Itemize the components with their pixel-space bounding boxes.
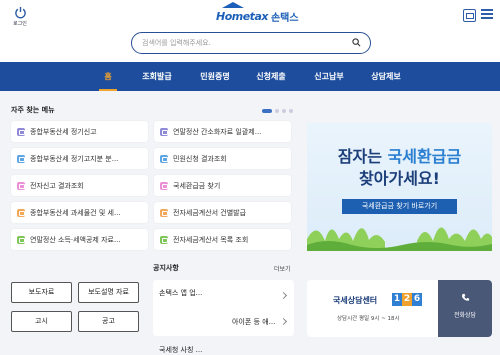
menu-document-icon [17,154,25,163]
call-center-hours: 상담시간 평일 9시 ~ 18시 [337,316,400,322]
tab-application[interactable]: 신청제출 [251,62,291,91]
phone-consult-label: 전화상담 [453,312,477,319]
phone-consult-button[interactable]: 전화상담 [438,280,492,337]
quick-menu-label: 종합부동산세 정기신고 [30,127,97,136]
quick-menu-item[interactable]: 연말정산 간소화자료 일괄제... [154,121,291,142]
quick-menu-item[interactable]: 국세환급금 찾기 [154,175,291,196]
carousel-dots[interactable] [262,109,293,113]
quick-menu-item[interactable]: 전자신고 결과조회 [11,175,148,196]
login-button[interactable]: 로그인 [8,6,32,27]
announcement-button[interactable]: 공고 [78,311,139,332]
main-nav: 홈 조회발급 민원증명 신청제출 신고납부 상담제보 [0,62,500,91]
search-input[interactable] [142,37,342,49]
quick-menu-label: 민원신청 결과조회 [173,154,227,163]
app-header: 로그인 Hometax 손택스 [0,0,500,63]
chevron-right-icon [279,317,288,326]
quick-menu-item[interactable]: 종합부동산세 정기신고 [11,121,148,142]
quick-menu-label: 전자세금계산서 목록 조회 [173,235,249,244]
banner-headline-1b: 국세환급금 [387,147,462,166]
number-digit: 1 [392,293,402,306]
quick-menu-title: 자주 찾는 메뉴 [11,106,55,114]
logo-text: Hometax [216,9,268,23]
menu-document-icon [160,208,168,217]
menu-document-icon [160,154,168,163]
quick-menu-label: 연말정산 소득·세액공제 자료... [30,235,121,244]
banner-headline-1: 잠자는 국세환급금 [307,143,492,167]
main-content: 자주 찾는 메뉴 종합부동산세 정기신고 연말정산 간소화자료 일괄제... 종합부… [0,91,500,355]
call-center-title: 국세상담센터 [333,296,378,305]
screen-mode-icon[interactable] [463,9,476,22]
tab-filing-payment[interactable]: 신고납부 [309,62,349,91]
notice-item[interactable]: 아이폰 등 애... [232,317,275,327]
quick-menu-item[interactable]: 연말정산 소득·세액공제 자료... [11,229,148,250]
phone-icon [462,293,470,301]
banner-headline-1a: 잠자는 [337,147,388,166]
quick-menu-item[interactable]: 종합부동산세 과세물건 및 세... [11,202,148,223]
menu-document-icon [17,235,25,244]
notice-more-link[interactable]: 더보기 [274,264,291,273]
tab-consultation[interactable]: 상담제보 [366,62,406,91]
menu-document-icon [160,235,168,244]
call-center-card[interactable]: 국세상담센터 1 2 6 상담시간 평일 9시 ~ 18시 전화상담 [307,280,492,337]
menu-document-icon [160,181,168,190]
grass-illustration [307,227,492,251]
notice-item[interactable]: 손택스 앱 업... [159,288,202,298]
hometax-logo[interactable]: Hometax 손택스 [216,2,299,26]
number-digit: 6 [412,293,422,306]
search-icon[interactable] [352,38,361,47]
quick-menu-item[interactable]: 종합부동산세 정기고지분 분... [11,148,148,169]
notification-button[interactable]: 고시 [11,311,72,332]
power-icon [14,6,26,19]
logo-kr-text: 손택스 [270,12,299,24]
quick-menu-label: 연말정산 간소화자료 일괄제... [173,127,262,136]
call-center-number: 1 2 6 [392,293,422,306]
refund-cta-button[interactable]: 국세환급금 찾기 바로가기 [342,199,457,214]
chevron-right-icon [279,291,288,300]
roof-icon [222,2,244,8]
quick-menu-label: 국세환급금 찾기 [173,181,221,190]
quick-menu-item[interactable]: 민원신청 결과조회 [154,148,291,169]
notice-item[interactable]: 국세청 사칭 ... [159,345,202,355]
menu-document-icon [17,181,25,190]
quick-menu-label: 전자신고 결과조회 [30,181,84,190]
number-digit: 2 [402,293,412,306]
menu-document-icon [17,127,25,136]
quick-menu-label: 종합부동산세 과세물건 및 세... [30,208,121,217]
login-label: 로그인 [13,21,27,27]
tab-civil-certificate[interactable]: 민원증명 [195,62,235,91]
banner-headline-2: 찾아가세요! [359,169,440,188]
press-release-button[interactable]: 보도자료 [11,282,72,303]
quick-menu-item[interactable]: 전자세금계산서 목록 조회 [154,229,291,250]
search-bar [131,32,371,54]
quick-menu-label: 종합부동산세 정기고지분 분... [30,154,119,163]
refund-banner[interactable]: 잠자는 국세환급금 찾아가세요! 국세환급금 찾기 바로가기 [307,123,492,251]
tab-home[interactable]: 홈 [96,62,120,91]
menu-document-icon [160,127,168,136]
notice-title: 공지사항 [153,264,179,272]
quick-menu-label: 전자세금계산서 건별발급 [173,208,247,217]
quick-menu-item[interactable]: 전자세금계산서 건별발급 [154,202,291,223]
tab-inquiry-issue[interactable]: 조회발급 [137,62,177,91]
press-explanation-button[interactable]: 보도설명 자료 [78,282,139,303]
notice-card: 손택스 앱 업... 아이폰 등 애... [153,280,294,336]
menu-document-icon [17,208,25,217]
hamburger-menu-icon[interactable] [481,9,493,21]
